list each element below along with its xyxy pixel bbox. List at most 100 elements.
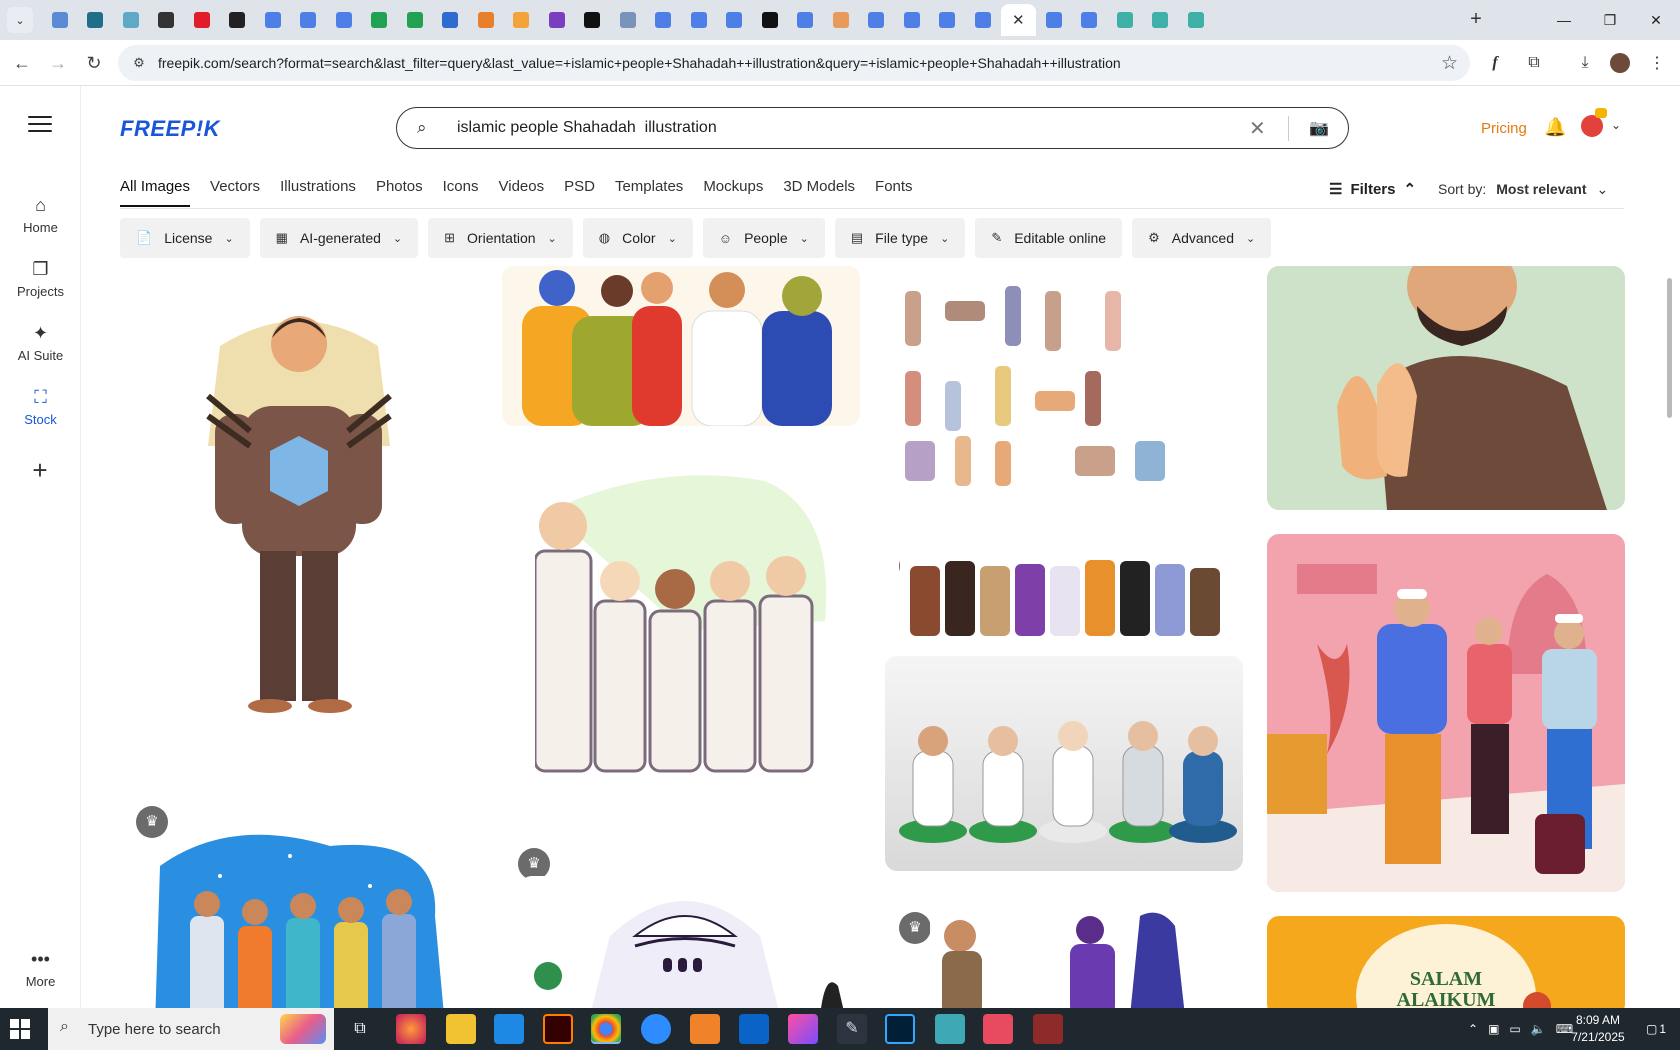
browser-tab[interactable] bbox=[468, 4, 504, 36]
tray-chevron-icon[interactable]: ⌃ bbox=[1468, 1022, 1478, 1036]
camera-search-icon[interactable]: 📷 bbox=[1309, 118, 1329, 138]
result-image-card[interactable] bbox=[150, 826, 450, 1008]
result-image-card[interactable] bbox=[1267, 266, 1625, 510]
browser-tab[interactable] bbox=[1107, 4, 1143, 36]
filter-chip-license[interactable]: 📄 License ⌄ bbox=[120, 218, 250, 258]
browser-tab[interactable] bbox=[1036, 4, 1072, 36]
freepik-logo[interactable]: FREEP!K bbox=[120, 116, 220, 142]
filter-chip-ai-generated[interactable]: ▦ AI-generated ⌄ bbox=[259, 218, 419, 258]
browser-tab[interactable] bbox=[42, 4, 78, 36]
sort-dropdown[interactable]: Sort by: Most relevant ⌄ bbox=[1438, 181, 1608, 198]
browser-tab[interactable] bbox=[326, 4, 362, 36]
browser-tab[interactable] bbox=[78, 4, 114, 36]
browser-tab[interactable] bbox=[504, 4, 540, 36]
browser-tab[interactable] bbox=[539, 4, 575, 36]
browser-tab[interactable] bbox=[397, 4, 433, 36]
browser-tab[interactable] bbox=[433, 4, 469, 36]
outlook-icon[interactable] bbox=[739, 1014, 769, 1044]
result-image-card[interactable] bbox=[1267, 534, 1625, 892]
notification-bell-icon[interactable]: 🔔 bbox=[1544, 117, 1566, 138]
file-explorer-icon[interactable] bbox=[446, 1014, 476, 1044]
tab-icons[interactable]: Icons bbox=[443, 178, 479, 207]
close-window-button[interactable]: ✕ bbox=[1633, 0, 1679, 40]
browser-tab[interactable] bbox=[113, 4, 149, 36]
notification-center-button[interactable]: ▢ 1 bbox=[1646, 1008, 1666, 1050]
result-image-card[interactable] bbox=[535, 471, 835, 791]
volume-icon[interactable]: 🔈 bbox=[1531, 1022, 1546, 1036]
browser-tab[interactable] bbox=[610, 4, 646, 36]
profile-avatar-icon[interactable] bbox=[1608, 51, 1632, 75]
sidebar-item-home[interactable]: ⌂ Home bbox=[0, 194, 81, 235]
font-extension-icon[interactable]: f bbox=[1483, 51, 1507, 75]
result-image-card[interactable] bbox=[502, 266, 860, 426]
browser-tab[interactable] bbox=[184, 4, 220, 36]
browser-tab[interactable] bbox=[575, 4, 611, 36]
new-tab-button[interactable]: + bbox=[1464, 8, 1488, 32]
browser-tab-active[interactable]: ✕ bbox=[1000, 4, 1036, 36]
taskbar-clock[interactable]: 8:09 AM 7/21/2025 bbox=[1563, 1012, 1633, 1046]
winrar-icon[interactable] bbox=[1033, 1014, 1063, 1044]
restore-button[interactable]: ❐ bbox=[1587, 0, 1633, 40]
back-arrow-icon[interactable]: ← bbox=[10, 51, 34, 75]
downloads-icon[interactable]: ⤓ bbox=[1573, 51, 1597, 75]
bookmark-star-icon[interactable]: ☆ bbox=[1441, 52, 1458, 75]
filter-chip-color[interactable]: ◍ Color ⌄ bbox=[582, 218, 693, 258]
browser-tab[interactable] bbox=[681, 4, 717, 36]
result-image-card[interactable] bbox=[885, 271, 1243, 496]
result-image-card[interactable] bbox=[930, 906, 1210, 1008]
photoshop-icon[interactable] bbox=[885, 1014, 915, 1044]
close-tab-icon[interactable]: ✕ bbox=[1012, 11, 1025, 29]
browser-tab[interactable] bbox=[788, 4, 824, 36]
browser-tab[interactable] bbox=[894, 4, 930, 36]
forward-arrow-icon[interactable]: → bbox=[46, 51, 70, 75]
filter-chip-editable-online[interactable]: ✎ Editable online bbox=[975, 218, 1123, 258]
creative-cloud-icon[interactable] bbox=[788, 1014, 818, 1044]
pricing-link[interactable]: Pricing bbox=[1481, 120, 1527, 137]
chrome-icon[interactable] bbox=[591, 1014, 621, 1044]
browser-tab[interactable] bbox=[965, 4, 1001, 36]
browser-tab[interactable] bbox=[1072, 4, 1108, 36]
tab-psd[interactable]: PSD bbox=[564, 178, 595, 207]
reload-icon[interactable]: ↻ bbox=[82, 51, 106, 75]
xampp-icon[interactable] bbox=[690, 1014, 720, 1044]
pen-tool-icon[interactable]: ✎ bbox=[837, 1014, 867, 1044]
tab-fonts[interactable]: Fonts bbox=[875, 178, 913, 207]
browser-tab[interactable] bbox=[291, 4, 327, 36]
filter-chip-people[interactable]: ☺ People ⌄ bbox=[702, 218, 825, 258]
tab-3d-models[interactable]: 3D Models bbox=[783, 178, 855, 207]
hamburger-menu-icon[interactable] bbox=[28, 116, 52, 134]
illustrator-icon[interactable] bbox=[543, 1014, 573, 1044]
clear-search-icon[interactable]: ✕ bbox=[1249, 116, 1266, 141]
extensions-puzzle-icon[interactable]: ⧉ bbox=[1522, 51, 1546, 75]
zoom-icon[interactable] bbox=[641, 1014, 671, 1044]
filters-toggle-button[interactable]: ☰ Filters ⌃ bbox=[1329, 180, 1416, 199]
result-image-card[interactable] bbox=[900, 546, 1230, 636]
browser-tab[interactable] bbox=[752, 4, 788, 36]
search-input[interactable] bbox=[457, 116, 1217, 140]
result-image-card[interactable] bbox=[120, 266, 478, 736]
page-scrollbar-thumb[interactable] bbox=[1667, 278, 1672, 418]
taskbar-search-box[interactable]: ⌕ Type here to search bbox=[48, 1008, 334, 1050]
windows-start-icon[interactable] bbox=[10, 1019, 30, 1039]
browser-tab[interactable] bbox=[220, 4, 256, 36]
filter-chip-file-type[interactable]: ▤ File type ⌄ bbox=[834, 218, 966, 258]
site-info-icon[interactable]: ⚙ bbox=[130, 54, 148, 72]
browser-tab[interactable] bbox=[255, 4, 291, 36]
browser-tab[interactable] bbox=[362, 4, 398, 36]
firefox-icon[interactable] bbox=[396, 1014, 426, 1044]
url-text[interactable]: freepik.com/search?format=search&last_fi… bbox=[158, 55, 1121, 71]
chevron-down-icon[interactable]: ⌄ bbox=[1611, 118, 1621, 132]
tab-photos[interactable]: Photos bbox=[376, 178, 423, 207]
browser-tab[interactable] bbox=[646, 4, 682, 36]
tray-app-icon[interactable]: ▣ bbox=[1488, 1022, 1499, 1036]
result-image-card[interactable] bbox=[885, 656, 1243, 871]
browser-tab[interactable] bbox=[1143, 4, 1179, 36]
user-avatar[interactable] bbox=[1581, 115, 1603, 137]
tab-search-chevron-icon[interactable]: ⌄ bbox=[7, 7, 33, 33]
browser-tab[interactable] bbox=[930, 4, 966, 36]
tab-mockups[interactable]: Mockups bbox=[703, 178, 763, 207]
browser-tab[interactable] bbox=[717, 4, 753, 36]
vscode-icon[interactable] bbox=[494, 1014, 524, 1044]
filter-chip-advanced[interactable]: ⚙ Advanced ⌄ bbox=[1132, 218, 1272, 258]
result-image-card[interactable] bbox=[520, 876, 850, 1008]
